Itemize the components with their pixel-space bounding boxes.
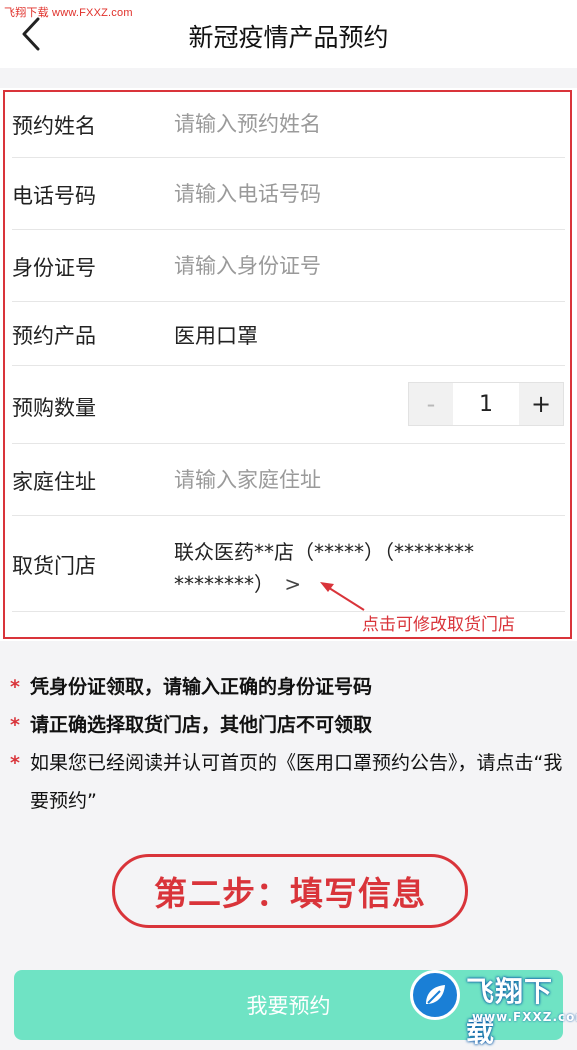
note-item: * 如果您已经阅读并认可首页的《医用口罩预约公告》，请点击“我要预约” [10,744,570,820]
name-input[interactable] [174,110,554,138]
quantity-stepper: - 1 + [408,382,564,426]
annotation-arrow-icon [320,582,365,611]
form-row-phone: 电话号码 [12,158,565,230]
form-row-name: 预约姓名 [12,90,565,158]
form-row-store: 取货门店 联众医药**店（*****）（******** ********） > [12,516,565,612]
store-name-line2: ********） [174,572,274,596]
watermark-top-text: 飞翔下载 www.FXXZ.com [4,7,133,19]
address-label: 家庭住址 [12,470,96,494]
note-item: * 请正确选择取货门店，其他门店不可领取 [10,706,570,744]
product-label: 预约产品 [12,324,96,348]
name-label: 预约姓名 [12,114,96,138]
quantity-increment-button[interactable]: + [519,383,563,425]
logo-leaf-icon [410,970,460,1020]
watermark-logo-url: www.FXXZ.com [472,1010,577,1024]
quantity-label: 预购数量 [12,396,96,420]
form-row-product: 预约产品 医用口罩 [12,302,565,366]
product-value: 医用口罩 [174,324,258,348]
phone-input[interactable] [174,180,554,208]
form-row-address: 家庭住址 [12,444,565,516]
address-input[interactable] [174,466,554,494]
form-row-id-card: 身份证号 [12,230,565,302]
step-badge: 第二步：填写信息 [112,854,468,928]
id-card-input[interactable] [174,252,554,280]
chevron-right-icon: > [284,572,302,596]
asterisk-icon: * [10,676,20,698]
annotation-text: 点击可修改取货门店 [362,615,515,635]
page-title: 新冠疫情产品预约 [188,23,389,52]
quantity-decrement-button[interactable]: - [409,383,453,425]
form-row-quantity: 预购数量 - 1 + [12,366,565,444]
watermark-logo: 飞翔下载 www.FXXZ.com [408,966,577,1048]
id-card-label: 身份证号 [12,256,96,280]
quantity-value[interactable]: 1 [453,383,519,425]
store-label: 取货门店 [12,554,96,578]
note-item: * 凭身份证领取，请输入正确的身份证号码 [10,668,570,706]
notes-list: * 凭身份证领取，请输入正确的身份证号码 * 请正确选择取货门店，其他门店不可领… [10,668,570,820]
phone-label: 电话号码 [12,184,96,208]
asterisk-icon: * [10,714,20,736]
asterisk-icon: * [10,752,20,774]
note-text: 请正确选择取货门店，其他门店不可领取 [30,714,373,736]
note-text: 凭身份证领取，请输入正确的身份证号码 [30,676,373,698]
store-name-line1: 联众医药**店（*****）（******** [174,540,474,564]
note-text: 如果您已经阅读并认可首页的《医用口罩预约公告》，请点击“我要预约” [30,752,563,812]
